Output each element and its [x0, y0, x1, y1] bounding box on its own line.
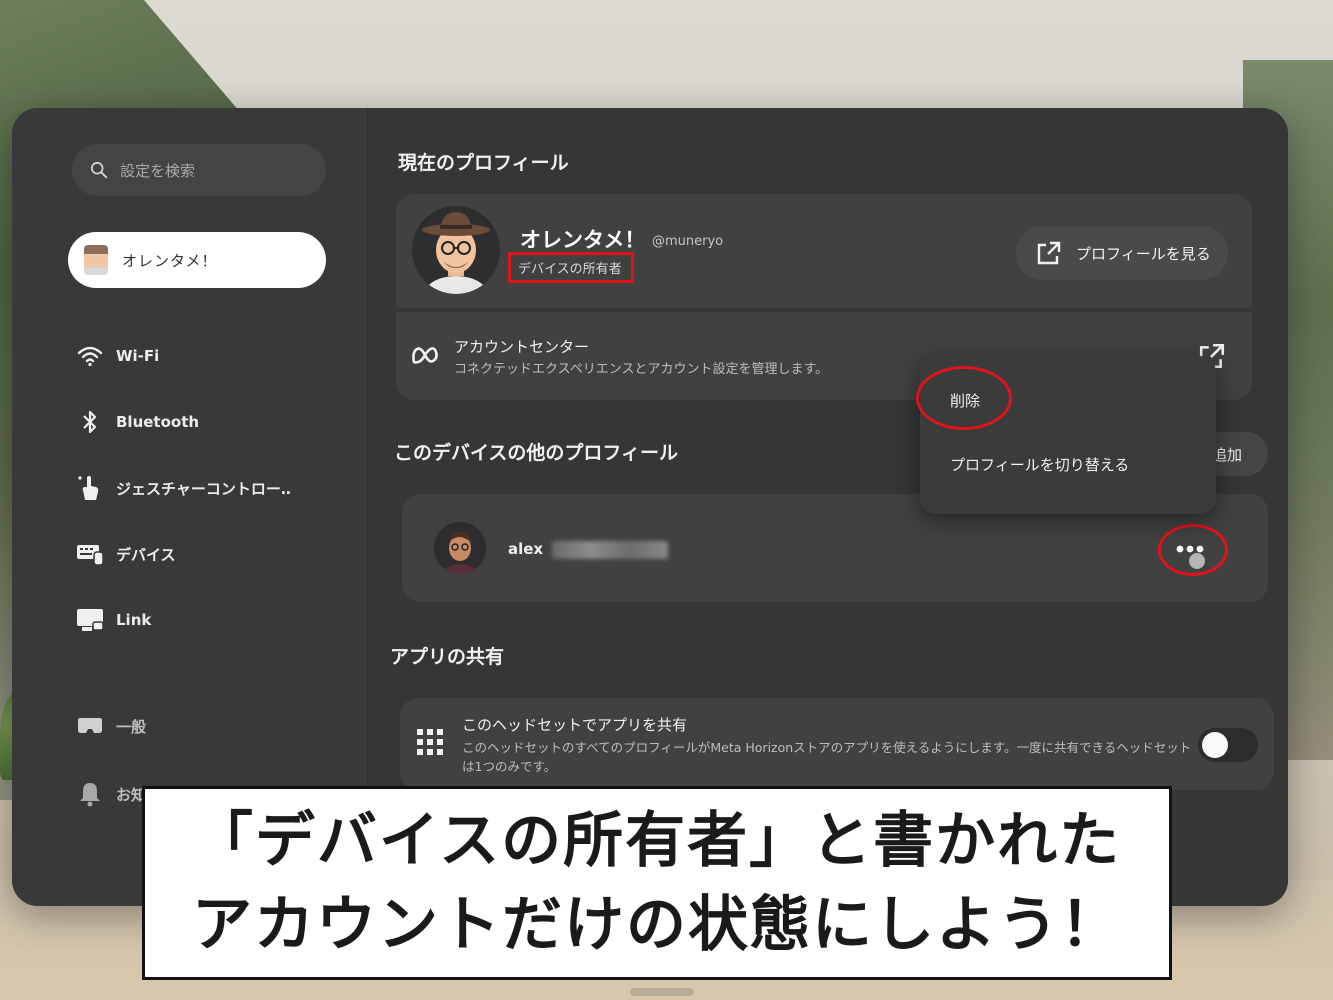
meta-logo-icon — [412, 347, 438, 364]
section-title-other-profiles: このデバイスの他のプロフィール — [394, 442, 679, 464]
sidebar-profile-name: オレンタメ！ — [122, 251, 218, 270]
search-icon — [90, 161, 108, 179]
app-sharing-title: このヘッドセットでアプリを共有 — [462, 716, 688, 734]
profile-name: オレンタメ！ — [520, 228, 646, 252]
apps-grid-icon — [417, 729, 443, 755]
account-center-title: アカウントセンター — [454, 338, 590, 356]
avatar — [412, 206, 500, 294]
caption-line-2: アカウントだけの状態にしよう！ — [192, 890, 1122, 960]
section-title-current-profile: 現在のプロフィール — [398, 152, 569, 174]
hand-gesture-icon — [76, 474, 104, 502]
app-sharing-row: このヘッドセットでアプリを共有 このヘッドセットのすべてのプロフィールがMeta… — [400, 698, 1274, 790]
external-link-icon — [1037, 241, 1061, 265]
highlight-circle — [916, 366, 1012, 430]
sidebar-item-link[interactable]: Link — [76, 606, 151, 634]
section-title-app-sharing: アプリの共有 — [390, 646, 505, 668]
app-sharing-toggle[interactable] — [1198, 728, 1258, 762]
avatar — [84, 245, 108, 275]
sidebar-item-gesture-control[interactable]: ジェスチャーコントロー‥ — [76, 474, 291, 502]
sidebar-item-wifi[interactable]: Wi-Fi — [76, 342, 159, 370]
toggle-knob — [1202, 732, 1228, 758]
sidebar-item-label: Wi-Fi — [116, 347, 160, 365]
headset-icon — [76, 712, 104, 740]
view-profile-label: プロフィールを見る — [1076, 244, 1211, 263]
add-profile-button[interactable]: 追加 — [1208, 432, 1268, 476]
search-field[interactable]: 設定を検索 — [72, 144, 326, 196]
add-profile-label: 追加 — [1212, 445, 1243, 464]
caption-line-1: 「デバイスの所有者」と書かれた — [192, 806, 1122, 876]
sidebar-item-label: Link — [116, 611, 152, 629]
account-center-description: コネクテッドエクスペリエンスとアカウント設定を管理します。 — [454, 362, 829, 377]
link-icon — [76, 606, 104, 634]
bell-icon — [76, 780, 104, 808]
profile-name: alex — [508, 540, 544, 558]
blurred-text — [552, 541, 668, 559]
device-icon — [76, 540, 104, 568]
view-profile-button[interactable]: プロフィールを見る — [1016, 226, 1228, 280]
highlight-circle — [1158, 524, 1228, 576]
sidebar-item-bluetooth[interactable]: Bluetooth — [76, 408, 199, 436]
wifi-icon — [76, 342, 104, 370]
sidebar-item-profile[interactable]: オレンタメ！ — [68, 232, 326, 288]
caption-overlay: 「デバイスの所有者」と書かれた アカウントだけの状態にしよう！ — [142, 786, 1172, 980]
home-indicator — [630, 988, 694, 996]
sidebar-item-label: デバイス — [116, 545, 176, 564]
avatar — [434, 522, 486, 574]
app-sharing-description: このヘッドセットのすべてのプロフィールがMeta Horizonストアのアプリを… — [462, 740, 1192, 774]
sidebar-item-label: ジェスチャーコントロー‥ — [116, 479, 291, 498]
sidebar-item-devices[interactable]: デバイス — [76, 540, 176, 568]
search-placeholder: 設定を検索 — [120, 161, 196, 180]
menu-item-switch-profile[interactable]: プロフィールを切り替える — [950, 454, 1129, 475]
current-profile-card: オレンタメ！ @muneryo デバイスの所有者 プロフィールを見る — [396, 194, 1252, 308]
sidebar-item-label: Bluetooth — [116, 413, 200, 431]
profile-handle: @muneryo — [652, 234, 724, 249]
sidebar-item-notifications[interactable]: お知 — [76, 780, 146, 808]
bluetooth-icon — [76, 408, 104, 436]
owner-badge: デバイスの所有者 — [518, 262, 622, 277]
sidebar-item-general[interactable]: 一般 — [76, 712, 146, 740]
sidebar-item-label: 一般 — [116, 717, 147, 736]
